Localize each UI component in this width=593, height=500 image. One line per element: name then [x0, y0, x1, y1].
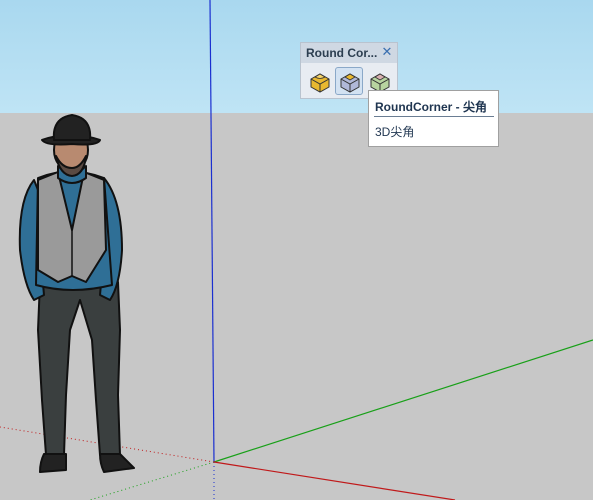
sketchup-viewport[interactable]: Round Cor... ✕ RoundCorner - 尖角 3D尖角 — [0, 0, 593, 500]
red-axis — [213, 461, 456, 500]
toolbar-title: Round Cor... — [306, 46, 378, 60]
model-scene — [0, 0, 593, 500]
round-corner-button[interactable] — [305, 67, 333, 95]
scale-figure-person — [18, 114, 135, 473]
round-corner-icon — [310, 73, 330, 93]
close-icon[interactable]: ✕ — [380, 45, 394, 59]
sharp-corner-button[interactable] — [335, 67, 363, 95]
tooltip-title: RoundCorner - 尖角 — [375, 100, 487, 114]
toolbar-titlebar[interactable]: Round Cor... ✕ — [301, 43, 397, 63]
blue-axis — [209, 0, 215, 463]
tooltip: RoundCorner - 尖角 3D尖角 — [368, 90, 499, 147]
tooltip-divider — [374, 116, 494, 117]
green-axis — [213, 339, 593, 463]
sharp-corner-icon — [340, 73, 360, 93]
tooltip-description: 3D尖角 — [375, 125, 415, 139]
